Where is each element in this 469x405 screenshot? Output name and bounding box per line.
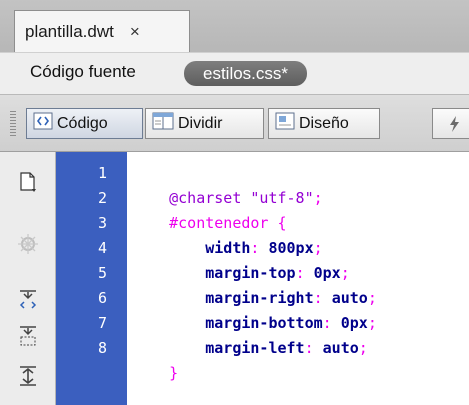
line-number: 7: [97, 314, 107, 332]
code-line: width: 800px;: [133, 211, 322, 257]
design-view-icon: [275, 112, 295, 135]
code-line: margin-left: auto;: [133, 311, 368, 357]
code-line: margin-top: 0px;: [133, 236, 350, 282]
line-number: 1: [97, 164, 107, 182]
code-view-button[interactable]: Código: [26, 108, 143, 139]
code-token: }: [169, 364, 179, 382]
snippet-icon[interactable]: [16, 232, 40, 256]
code-view-label: Código: [57, 114, 108, 132]
code-line: @charset "utf-8";: [133, 161, 323, 207]
split-view-icon: [152, 112, 174, 135]
code-line: margin-right: auto;: [133, 261, 377, 307]
code-line: margin-bottom: 0px;: [133, 286, 377, 332]
split-view-label: Dividir: [178, 114, 223, 132]
line-number: 6: [97, 289, 107, 307]
live-view-button[interactable]: [432, 108, 469, 139]
line-number: 3: [97, 214, 107, 232]
line-number: 4: [97, 239, 107, 257]
line-number: 8: [97, 339, 107, 357]
open-documents-icon[interactable]: [16, 170, 40, 194]
lightning-icon: [450, 116, 459, 132]
line-number: 2: [97, 189, 107, 207]
line-numbers: 1 2 3 4 5 6 7 8: [56, 152, 127, 405]
source-code-link[interactable]: Código fuente: [30, 62, 136, 82]
design-view-button[interactable]: Diseño: [268, 108, 380, 139]
design-view-label: Diseño: [299, 114, 349, 132]
document-tab[interactable]: plantilla.dwt ×: [14, 10, 190, 52]
code-view-icon: [33, 112, 53, 135]
code-token: margin-left: [169, 339, 305, 357]
code-token: ;: [367, 314, 377, 332]
expand-all-icon[interactable]: [16, 364, 40, 388]
line-number: 5: [97, 264, 107, 282]
document-toolbar: Código Dividir Diseño: [0, 94, 469, 152]
collapse-full-tag-icon[interactable]: [16, 288, 40, 312]
document-tab-bar: plantilla.dwt ×: [0, 0, 469, 52]
related-files-bar: Código fuente estilos.css*: [0, 52, 469, 94]
code-token: auto: [322, 339, 359, 357]
code-token: ;: [313, 189, 323, 207]
toolbar-grip[interactable]: [10, 111, 16, 137]
document-tab-title: plantilla.dwt: [25, 21, 114, 41]
code-token: :: [304, 339, 323, 357]
code-line: #contenedor {: [133, 186, 286, 232]
coding-toolbar: [0, 152, 56, 405]
code-token: ;: [358, 339, 368, 357]
related-file-estilos-css[interactable]: estilos.css*: [184, 61, 307, 86]
close-tab-icon[interactable]: ×: [130, 22, 140, 42]
split-view-button[interactable]: Dividir: [145, 108, 264, 139]
code-line: }: [133, 336, 178, 382]
code-editor[interactable]: @charset "utf-8"; #contenedor { width: 8…: [127, 152, 469, 405]
collapse-selection-icon[interactable]: [16, 324, 40, 348]
